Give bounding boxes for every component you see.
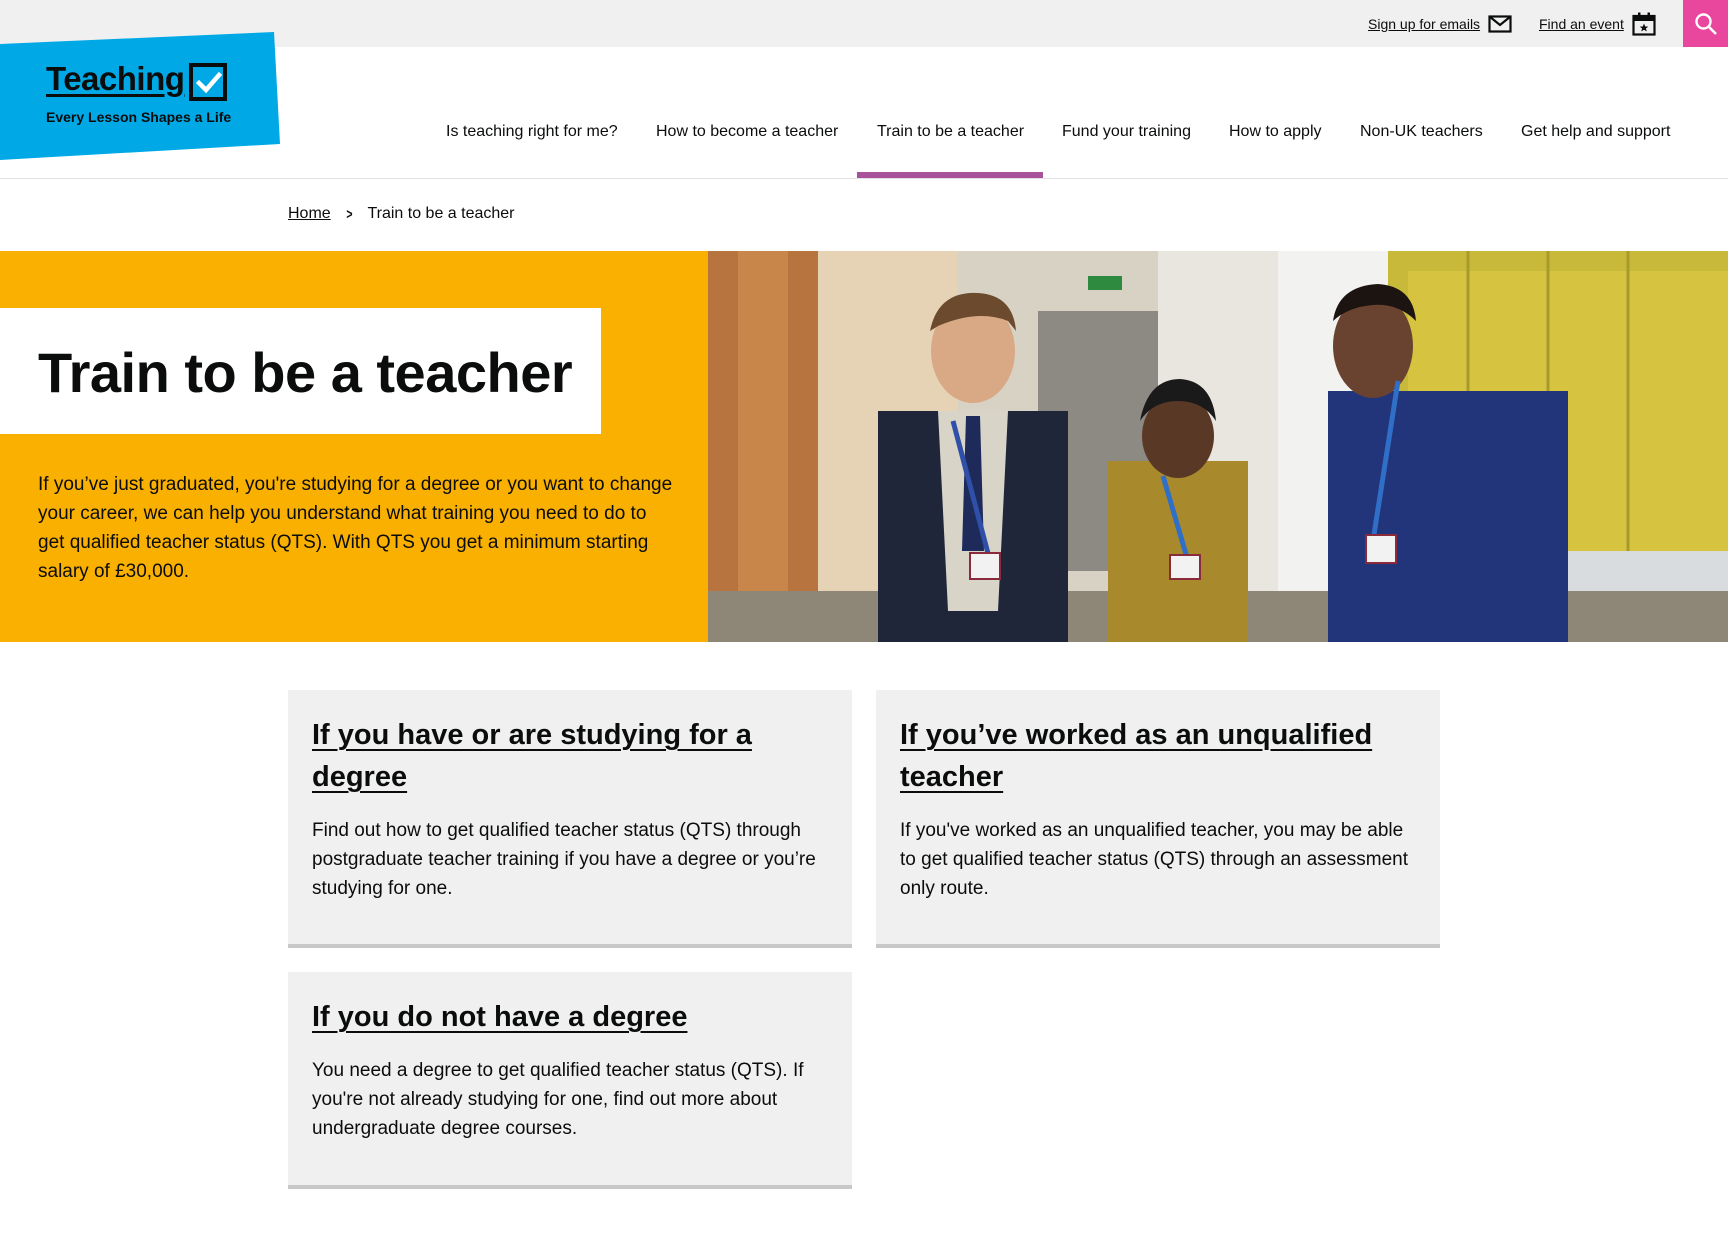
nav-item-non-uk-teachers[interactable]: Non-UK teachers <box>1360 123 1483 141</box>
find-an-event-link[interactable]: Find an event <box>1539 0 1656 47</box>
card-degree-link[interactable]: If you have or are studying for a degree <box>312 714 812 798</box>
logo-wordmark: Teaching <box>46 60 185 97</box>
card-degree: If you have or are studying for a degree… <box>288 690 852 948</box>
logo-tagline: Every Lesson Shapes a Life <box>46 109 232 125</box>
nav-item-how-to-become[interactable]: How to become a teacher <box>656 123 838 141</box>
card-no-degree-description: You need a degree to get qualified teach… <box>312 1060 804 1139</box>
nav-item-fund-your-training[interactable]: Fund your training <box>1062 123 1191 141</box>
nav-active-indicator <box>857 172 1043 178</box>
nav-item-get-help[interactable]: Get help and support <box>1521 123 1670 141</box>
card-unqualified-teacher: If you’ve worked as an unqualified teach… <box>876 690 1440 948</box>
breadcrumb-current: Train to be a teacher <box>367 205 515 222</box>
envelope-icon <box>1488 14 1512 33</box>
nav-item-train-to-be[interactable]: Train to be a teacher <box>877 123 1024 141</box>
search-icon <box>1694 12 1717 35</box>
card-unqualified-teacher-description: If you've worked as an unqualified teach… <box>900 820 1408 899</box>
checkbox-tick-icon <box>189 63 227 101</box>
card-unqualified-teacher-link[interactable]: If you’ve worked as an unqualified teach… <box>900 714 1400 798</box>
hero-title-box: Train to be a teacher <box>0 308 601 434</box>
sign-up-for-emails-link[interactable]: Sign up for emails <box>1368 0 1512 47</box>
find-an-event-label: Find an event <box>1539 15 1624 32</box>
card-no-degree: If you do not have a degree You need a d… <box>288 972 852 1189</box>
calendar-icon <box>1632 12 1656 36</box>
hero-banner: Train to be a teacher If you’ve just gra… <box>0 251 1728 642</box>
chevron-right-icon: > <box>346 205 353 223</box>
teaching-logo[interactable]: Teaching Every Lesson Shapes a Life <box>0 32 282 160</box>
nav-item-how-to-apply[interactable]: How to apply <box>1229 123 1322 141</box>
search-button[interactable] <box>1683 0 1728 47</box>
nav-item-is-teaching-right[interactable]: Is teaching right for me? <box>446 123 618 141</box>
breadcrumb-home-link[interactable]: Home <box>288 205 331 223</box>
hero-intro-text: If you’ve just graduated, you're studyin… <box>38 474 673 582</box>
breadcrumb: Home > Train to be a teacher <box>288 205 515 223</box>
sign-up-for-emails-label: Sign up for emails <box>1368 15 1481 32</box>
card-degree-description: Find out how to get qualified teacher st… <box>312 820 816 899</box>
card-no-degree-link[interactable]: If you do not have a degree <box>312 996 812 1038</box>
hero-photo-teachers <box>708 251 1728 642</box>
page-title: Train to be a teacher <box>38 341 573 404</box>
